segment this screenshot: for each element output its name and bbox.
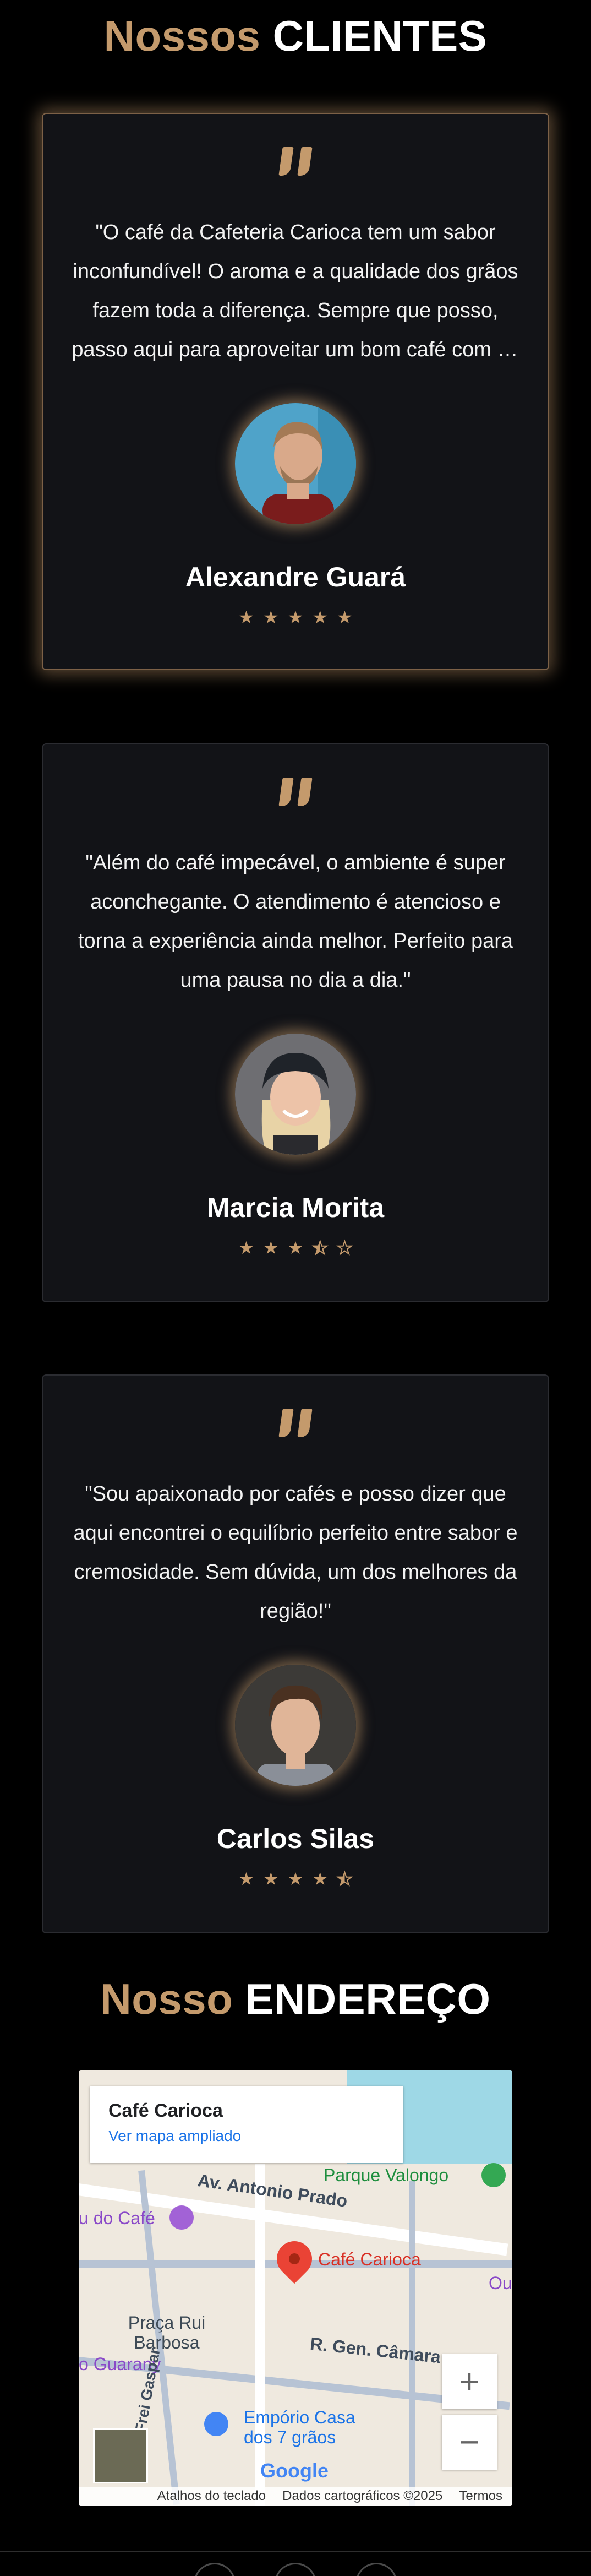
map-label-park: Parque Valongo <box>324 2165 449 2185</box>
clients-title-accent: Nossos <box>103 12 261 60</box>
terms-link[interactable]: Termos <box>459 2488 502 2504</box>
address-title-main: ENDEREÇO <box>245 1975 491 2023</box>
star-icon: ★ <box>287 607 304 627</box>
client-avatar <box>235 403 356 524</box>
star-half-icon: ★ <box>311 1237 329 1258</box>
client-avatar <box>235 1665 356 1786</box>
map-road <box>255 2164 265 2506</box>
map-label-praca: Praça Rui Barbosa <box>128 2313 206 2352</box>
quote-icon <box>43 147 548 176</box>
testimonial-text: "Além do café impecável, o ambiente é su… <box>78 851 513 992</box>
social-icon[interactable] <box>275 2563 316 2576</box>
testimonial-card: "Sou apaixonado por cafés e posso dizer … <box>42 1374 549 1933</box>
star-icon: ★ <box>287 1869 304 1889</box>
satellite-thumbnail[interactable] <box>93 2428 148 2483</box>
client-name: Carlos Silas <box>216 1823 375 1854</box>
star-icon: ★ <box>238 607 254 627</box>
map-label-museum: u do Café <box>79 2208 155 2228</box>
star-icon: ★ <box>238 1869 254 1889</box>
embedded-map[interactable]: Parque Valongo Av. Antonio Prado u do Ca… <box>79 2070 512 2506</box>
map-label-pin: Café Carioca <box>318 2249 421 2269</box>
map-road <box>409 2181 415 2506</box>
testimonial-card: "O café da Cafeteria Carioca tem um sabo… <box>42 113 549 670</box>
social-icon[interactable] <box>194 2563 236 2576</box>
clients-title-main: CLIENTES <box>272 12 488 60</box>
star-half-icon: ★ <box>336 1868 353 1889</box>
star-icon: ★ <box>312 1869 329 1889</box>
testimonial-card: "Além do café impecável, o ambiente é su… <box>42 743 549 1302</box>
keyboard-shortcuts-link[interactable]: Atalhos do teclado <box>157 2488 266 2504</box>
star-empty-icon: ★ <box>336 1237 353 1258</box>
star-icon: ★ <box>312 607 329 627</box>
map-poi-icon[interactable] <box>169 2205 194 2230</box>
quote-icon <box>43 1409 548 1437</box>
client-name: Alexandre Guará <box>185 562 406 593</box>
rating-stars: ★ ★ ★ ★ ★ <box>43 607 548 628</box>
zoom-in-button[interactable]: + <box>442 2354 497 2409</box>
footer-divider <box>0 2551 591 2552</box>
star-icon: ★ <box>238 1238 254 1258</box>
map-poi-icon[interactable] <box>204 2412 228 2436</box>
star-icon: ★ <box>262 1869 279 1889</box>
address-title-accent: Nosso <box>100 1975 233 2023</box>
client-name: Marcia Morita <box>206 1192 385 1223</box>
testimonial-text: "O café da Cafeteria Carioca tem um sabo… <box>72 221 519 361</box>
map-poi-icon[interactable] <box>481 2163 506 2187</box>
client-avatar <box>235 1034 356 1155</box>
map-info-box: Café Carioca Ver mapa ampliado <box>90 2086 403 2163</box>
star-icon: ★ <box>262 607 279 627</box>
map-label-shop: Empório Casa dos 7 grãos <box>244 2407 355 2447</box>
map-label-outeiro: Outeiro <box>489 2273 512 2293</box>
zoom-out-button[interactable]: − <box>442 2415 497 2470</box>
map-label-street: R. Gen. Câmara <box>309 2333 442 2367</box>
address-section-title: Nosso ENDEREÇO <box>0 1974 591 2024</box>
testimonial-text: "Sou apaixonado por cafés e posso dizer … <box>73 1482 518 1623</box>
map-footer: Atalhos do teclado Dados cartográficos ©… <box>79 2487 512 2506</box>
social-icon[interactable] <box>355 2563 397 2576</box>
quote-icon <box>43 778 548 806</box>
rating-stars: ★ ★ ★ ★ ★ <box>43 1868 548 1889</box>
star-icon: ★ <box>287 1238 304 1258</box>
map-data-text: Dados cartográficos ©2025 <box>282 2488 443 2503</box>
star-icon: ★ <box>262 1238 279 1258</box>
star-icon: ★ <box>337 607 353 627</box>
rating-stars: ★ ★ ★ ★ ★ <box>43 1237 548 1258</box>
map-pin-icon[interactable] <box>269 2233 320 2284</box>
map-place-title: Café Carioca <box>108 2100 223 2121</box>
clients-section-title: Nossos CLIENTES <box>0 11 591 61</box>
google-logo: Google <box>260 2459 329 2482</box>
view-larger-map-link[interactable]: Ver mapa ampliado <box>108 2127 385 2145</box>
